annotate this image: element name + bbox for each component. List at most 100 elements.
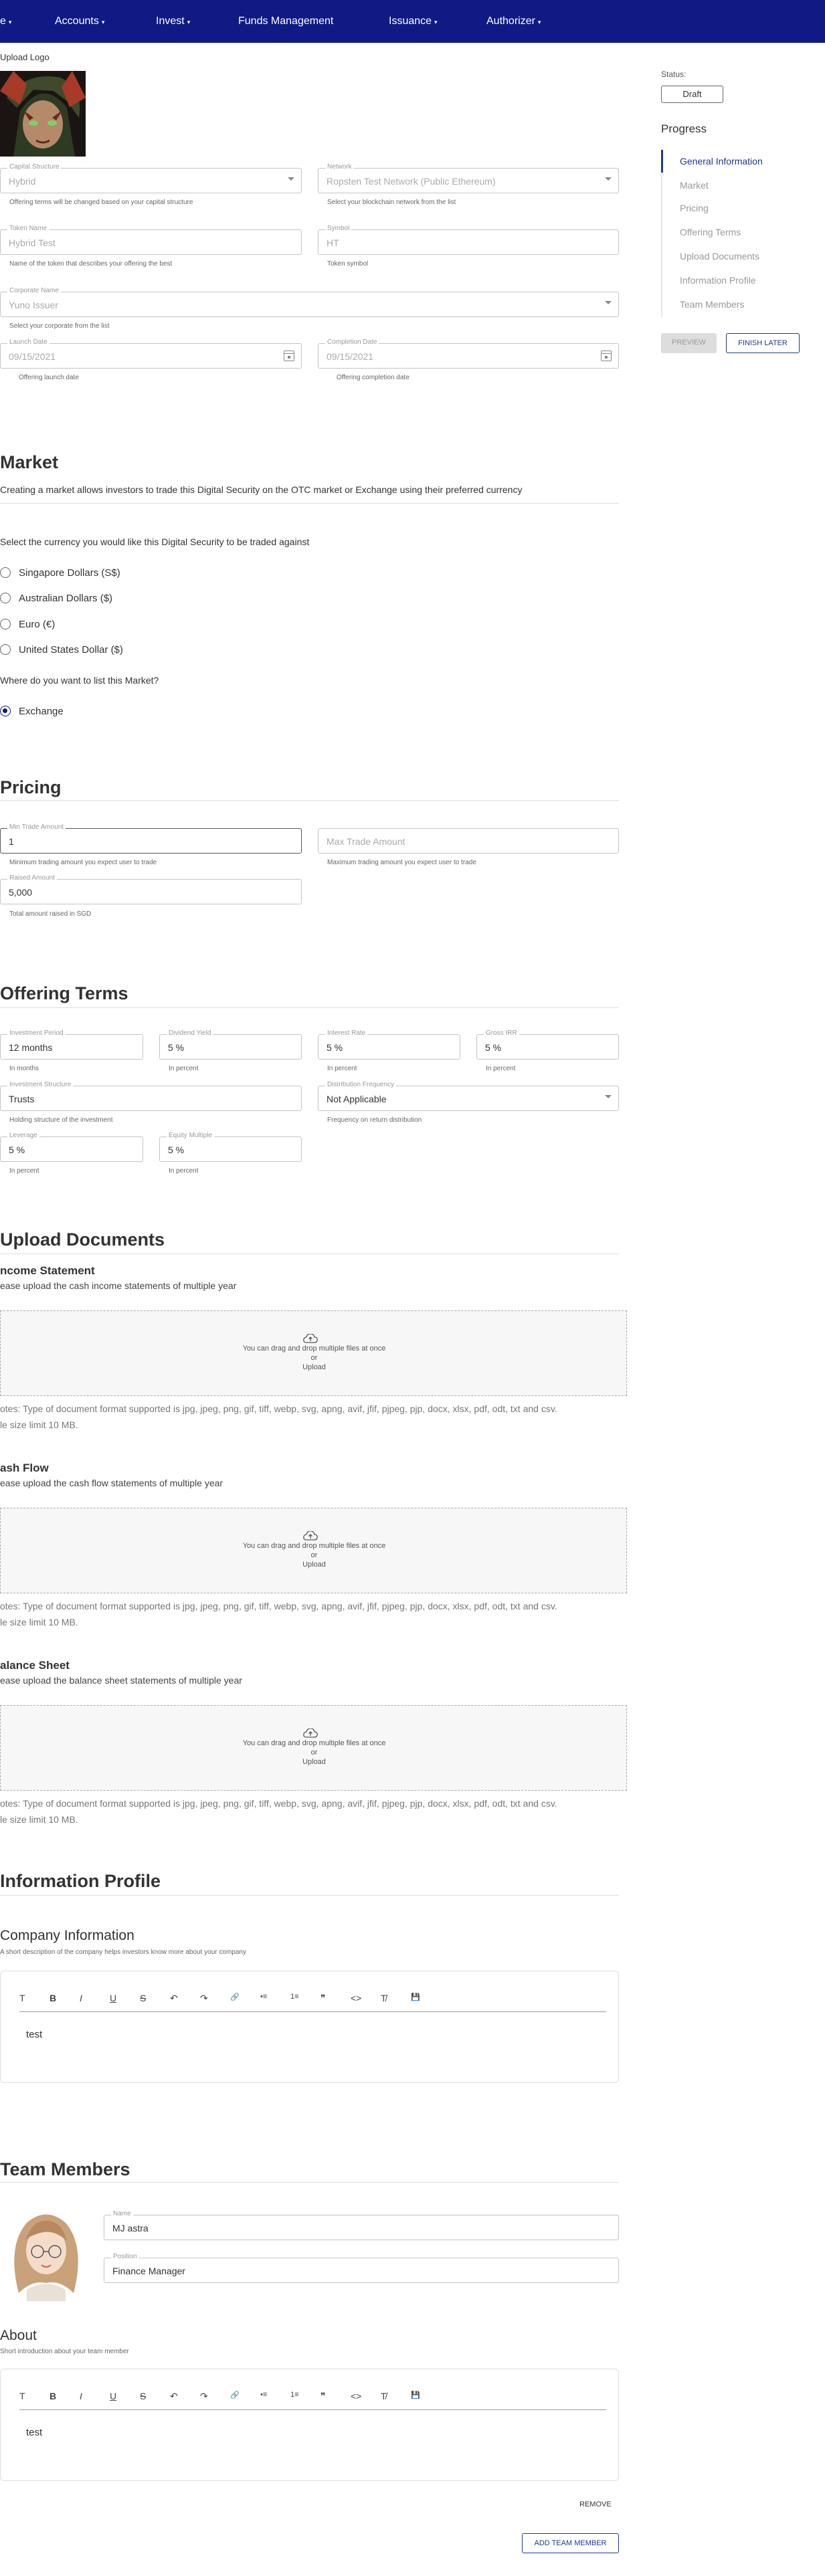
nav-item-issuance[interactable]: Issuance ▾ — [389, 15, 438, 27]
bullet-list-icon[interactable]: •≡ — [260, 1993, 290, 2004]
leverage-input[interactable]: Leverage 5 % — [0, 1132, 143, 1162]
investment-structure-input[interactable]: Investment Structure Trusts — [0, 1081, 302, 1111]
raised-amount-input[interactable]: Raised Amount 5,000 — [0, 874, 302, 904]
progress-indicator — [661, 150, 663, 173]
about-title: About — [0, 2328, 37, 2343]
currency-radio-sgd[interactable] — [0, 567, 11, 578]
distribution-frequency-select[interactable]: Distribution Frequency Not Applicable — [318, 1081, 619, 1111]
member-position-input[interactable]: Position Finance Manager — [104, 2253, 619, 2283]
quote-icon[interactable]: ❞ — [320, 1993, 351, 2004]
progress-track — [661, 150, 662, 317]
bold-icon[interactable]: B — [50, 2391, 80, 2402]
nav-item-accounts[interactable]: Accounts ▾ — [55, 15, 104, 27]
cash-flow-dropzone[interactable]: You can drag and drop multiple files at … — [0, 1508, 627, 1593]
italic-icon[interactable]: I — [80, 1993, 110, 2004]
symbol-input[interactable]: Symbol HT — [318, 225, 619, 255]
income-statement-title: ncome Statement — [0, 1264, 95, 1277]
calendar-icon[interactable] — [601, 351, 612, 361]
add-team-member-button[interactable]: ADD TEAM MEMBER — [522, 2533, 619, 2553]
text-format-icon[interactable]: T — [19, 1993, 50, 2004]
nav-item-invest[interactable]: Invest ▾ — [156, 15, 190, 27]
progress-item-general[interactable]: General Information — [680, 156, 763, 167]
strikethrough-icon[interactable]: S — [140, 2391, 170, 2402]
progress-item-upload-documents[interactable]: Upload Documents — [680, 251, 759, 262]
cloud-upload-icon — [303, 1728, 318, 1738]
team-members-title: Team Members — [0, 2159, 130, 2179]
team-member-avatar[interactable] — [7, 2206, 86, 2301]
pricing-title: Pricing — [0, 777, 62, 797]
text-format-icon[interactable]: T — [19, 2391, 50, 2402]
network-select[interactable]: Network Ropsten Test Network (Public Eth… — [318, 163, 619, 193]
about-editor[interactable]: T B I U S ↶ ↷ 🔗 •≡ 1≡ ❞ <> T̸ 💾 test — [0, 2369, 619, 2481]
quote-icon[interactable]: ❞ — [320, 2391, 351, 2402]
nav-item-funds-management[interactable]: Funds Management — [238, 15, 333, 27]
currency-radio-usd[interactable] — [0, 644, 11, 655]
code-icon[interactable]: <> — [351, 2391, 381, 2402]
upload-documents-title: Upload Documents — [0, 1229, 165, 1250]
token-name-input[interactable]: Token Name Hybrid Test — [0, 225, 302, 255]
currency-radio-eur[interactable] — [0, 619, 11, 629]
clear-format-icon[interactable]: T̸ — [381, 2391, 411, 2402]
progress-item-offering-terms[interactable]: Offering Terms — [680, 227, 741, 237]
clear-format-icon[interactable]: T̸ — [381, 1993, 411, 2004]
calendar-icon[interactable] — [284, 351, 294, 361]
finish-later-button[interactable]: FINISH LATER — [726, 333, 800, 353]
max-trade-input[interactable]: Max Trade Amount — [318, 828, 619, 854]
dividend-yield-input[interactable]: Dividend Yield 5 % — [159, 1029, 302, 1060]
upload-link[interactable]: Upload — [1, 1561, 628, 1569]
member-name-input[interactable]: Name MJ astra — [104, 2210, 619, 2240]
income-statement-dropzone[interactable]: You can drag and drop multiple files at … — [0, 1310, 627, 1396]
currency-radio-aud[interactable] — [0, 593, 11, 603]
min-trade-input[interactable]: Min Trade Amount 1 — [0, 823, 302, 854]
progress-title: Progress — [661, 122, 707, 135]
progress-item-team-members[interactable]: Team Members — [680, 299, 744, 310]
launch-date-input[interactable]: Launch Date 09/15/2021 — [0, 338, 302, 369]
market-title: Market — [0, 452, 59, 472]
capital-structure-select[interactable]: Capital Structure Hybrid — [0, 163, 302, 193]
redo-icon[interactable]: ↷ — [200, 2391, 230, 2402]
progress-item-pricing[interactable]: Pricing — [680, 203, 709, 213]
link-icon[interactable]: 🔗 — [230, 2391, 260, 2402]
upload-link[interactable]: Upload — [1, 1363, 628, 1371]
chevron-down-icon — [605, 301, 612, 304]
underline-icon[interactable]: U — [110, 1993, 140, 2004]
equity-multiple-input[interactable]: Equity Multiple 5 % — [159, 1132, 302, 1162]
gross-irr-input[interactable]: Gross IRR 5 % — [476, 1029, 619, 1060]
link-icon[interactable]: 🔗 — [230, 1993, 260, 2004]
completion-date-input[interactable]: Completion Date 09/15/2021 — [318, 338, 619, 369]
interest-rate-input[interactable]: Interest Rate 5 % — [318, 1029, 460, 1060]
bold-icon[interactable]: B — [50, 1993, 80, 2004]
bullet-list-icon[interactable]: •≡ — [260, 2391, 290, 2402]
progress-item-information-profile[interactable]: Information Profile — [680, 275, 756, 286]
code-icon[interactable]: <> — [351, 1993, 381, 2004]
upload-link[interactable]: Upload — [1, 1758, 628, 1766]
save-icon[interactable]: 💾 — [411, 1993, 441, 2004]
market-description: Creating a market allows investors to tr… — [0, 484, 523, 495]
investment-period-input[interactable]: Investment Period 12 months — [0, 1029, 143, 1060]
chevron-down-icon — [605, 1095, 612, 1098]
undo-icon[interactable]: ↶ — [170, 1993, 200, 2004]
about-editor-text: test — [26, 2427, 43, 2438]
progress-item-market[interactable]: Market — [680, 180, 709, 191]
italic-icon[interactable]: I — [80, 2391, 110, 2402]
editor-toolbar: T B I U S ↶ ↷ 🔗 •≡ 1≡ ❞ <> T̸ 💾 — [19, 2391, 441, 2402]
nav-item-home[interactable]: e ▾ — [0, 15, 11, 27]
company-editor[interactable]: T B I U S ↶ ↷ 🔗 •≡ 1≡ ❞ <> T̸ 💾 test — [0, 1971, 619, 2083]
strikethrough-icon[interactable]: S — [140, 1993, 170, 2004]
cloud-upload-icon — [303, 1334, 318, 1343]
exchange-radio[interactable] — [0, 706, 11, 716]
logo-image[interactable] — [0, 71, 86, 157]
nav-item-authorizer[interactable]: Authorizer ▾ — [486, 15, 541, 27]
balance-sheet-dropzone[interactable]: You can drag and drop multiple files at … — [0, 1705, 627, 1791]
remove-button[interactable]: REMOVE — [579, 2500, 612, 2508]
redo-icon[interactable]: ↷ — [200, 1993, 230, 2004]
status-label: Status: — [661, 70, 686, 79]
numbered-list-icon[interactable]: 1≡ — [290, 2391, 320, 2402]
save-icon[interactable]: 💾 — [411, 2391, 441, 2402]
cloud-upload-icon — [303, 1531, 318, 1541]
undo-icon[interactable]: ↶ — [170, 2391, 200, 2402]
underline-icon[interactable]: U — [110, 2391, 140, 2402]
preview-button[interactable]: PREVIEW — [661, 333, 717, 353]
corporate-name-select[interactable]: Corporate Name Yuno Issuer — [0, 287, 619, 317]
numbered-list-icon[interactable]: 1≡ — [290, 1993, 320, 2004]
